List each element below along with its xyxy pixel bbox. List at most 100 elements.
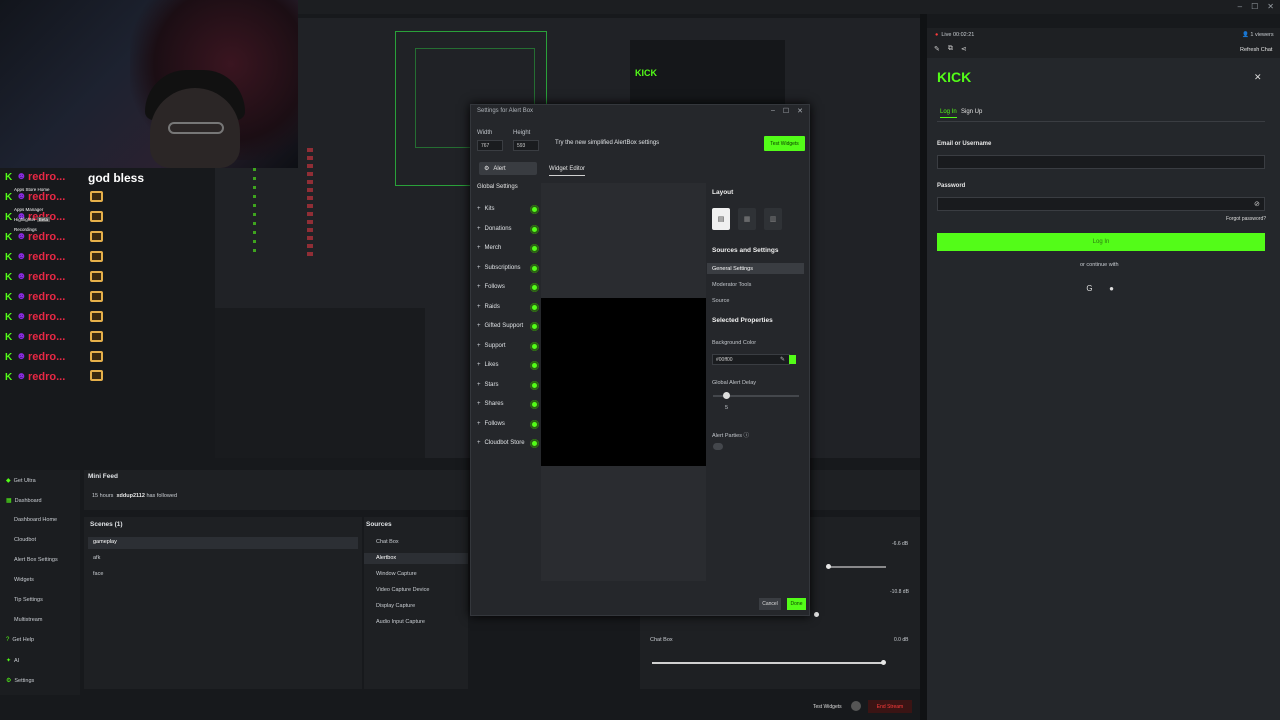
cancel-button[interactable]: Cancel [759,598,781,610]
tab-login[interactable]: Log In [940,109,957,118]
source-item[interactable]: Audio Input Capture [376,619,425,625]
alert-parties-toggle[interactable] [713,443,723,450]
pencil-icon[interactable]: ✎ [780,356,785,363]
source-item[interactable]: Window Capture [376,571,417,577]
live-indicator: ● Live 00:02:21 [935,32,975,38]
alert-type-row[interactable]: + Stars [477,379,539,391]
source-item[interactable]: Source [712,298,729,304]
try-new-link[interactable]: Try the new simplified AlertBox settings [555,140,659,146]
enable-toggle[interactable] [530,361,539,370]
alert-type-row[interactable]: + Follows [477,281,539,293]
sidebar-item-widgets[interactable]: Widgets [14,577,34,583]
share-icon[interactable]: ⋖ [961,45,967,53]
alert-type-row[interactable]: + Subscriptions [477,262,539,274]
minimize-button[interactable]: – [771,107,775,115]
volume-slider[interactable] [881,660,886,665]
enable-toggle[interactable] [530,420,539,429]
email-field[interactable] [937,155,1265,169]
scene-item[interactable]: gameplay [93,539,117,545]
scene-item[interactable]: face [93,571,103,577]
show-password-icon[interactable]: ⊘ [1254,200,1260,208]
sidebar-item-dashboard[interactable]: ▦ Dashboard [6,497,42,505]
enable-toggle[interactable] [530,381,539,390]
height-input[interactable]: 593 [513,140,539,151]
enable-toggle[interactable] [530,303,539,312]
alert-type-row[interactable]: + Support [477,340,539,352]
alert-type-row[interactable]: + Merch [477,242,539,254]
enable-toggle[interactable] [530,342,539,351]
source-item[interactable]: Alertbox [376,555,396,561]
volume-slider[interactable] [814,612,819,617]
popout-icon[interactable]: ⧉ [948,45,953,53]
enable-toggle[interactable] [530,283,539,292]
forgot-password-link[interactable]: Forgot password? [1226,216,1266,222]
delay-slider[interactable] [723,392,730,399]
alert-type-row[interactable]: + Cloudbot Store [477,437,539,449]
pencil-icon[interactable]: ✎ [934,45,940,53]
enable-toggle[interactable] [530,400,539,409]
alert-type-row[interactable]: + Raids [477,301,539,313]
password-field[interactable] [937,197,1265,211]
enable-toggle[interactable] [530,205,539,214]
login-button[interactable]: Log In [937,233,1265,251]
widget-editor-tab[interactable]: Widget Editor [549,166,586,176]
enable-toggle[interactable] [530,264,539,273]
close-button[interactable]: ✕ [797,107,803,115]
alert-type-row[interactable]: + Follows [477,418,539,430]
sidebar-item-get-help[interactable]: ? Get Help [6,637,34,643]
menu-item[interactable]: Highlighter Beta [14,215,51,225]
enable-toggle[interactable] [530,322,539,331]
alert-type-row[interactable]: + Gifted Support [477,320,539,332]
scene-item[interactable]: afk [93,555,100,561]
menu-item[interactable]: Apps Store Home [14,185,50,195]
google-icon[interactable]: G [1085,284,1094,293]
mini-feed-title: Mini Feed [88,473,118,480]
source-item[interactable]: Video Capture Device [376,587,429,593]
panel-divider[interactable] [920,14,927,720]
close-icon[interactable]: ✕ [1254,72,1262,83]
test-widgets-button[interactable]: Test Widgets [764,136,805,151]
source-item[interactable]: Display Capture [376,603,415,609]
layout-side-icon[interactable]: ▥ [764,208,782,230]
alert-type-row[interactable]: + Likes [477,359,539,371]
close-button[interactable]: ✕ [1267,2,1274,11]
alert-type-row[interactable]: + Kits [477,203,539,215]
enable-toggle[interactable] [530,225,539,234]
width-input[interactable]: 767 [477,140,503,151]
done-button[interactable]: Done [787,598,806,610]
kick-logo: KICK [937,69,972,85]
enable-toggle[interactable] [530,244,539,253]
sidebar-item-dashboard-home[interactable]: Dashboard Home [14,517,57,523]
layout-banner-icon[interactable]: ▦ [738,208,756,230]
tab-signup[interactable]: Sign Up [961,109,982,115]
alert-type-row[interactable]: + Donations [477,223,539,235]
sidebar-item-alert-box-settings[interactable]: Alert Box Settings [14,557,58,563]
menu-item[interactable]: Apps Manager [14,205,50,215]
record-icon[interactable] [851,701,861,711]
sidebar-item-tip-settings[interactable]: Tip Settings [14,597,43,603]
general-settings-item[interactable]: General Settings [712,266,753,272]
layout-above-icon[interactable]: ▤ [712,208,730,230]
maximize-button[interactable]: ☐ [1251,2,1258,11]
minimize-button[interactable]: – [1238,2,1242,11]
alert-tab[interactable]: ⚙ Alert [479,162,537,175]
menu-item[interactable]: Recordings [14,225,50,235]
test-widgets-link[interactable]: Test Widgets [813,704,842,710]
refresh-chat-button[interactable]: Refresh Chat [1240,47,1272,53]
sidebar-item-cloudbot[interactable]: Cloudbot [14,537,36,543]
sidebar-item-settings[interactable]: ⚙ Settings [6,677,34,685]
end-stream-button[interactable]: End Stream [868,700,912,713]
color-swatch[interactable] [789,355,796,364]
moderator-tools-item[interactable]: Moderator Tools [712,282,751,288]
background-color-input[interactable]: #00ff00 [712,354,790,365]
sidebar-item-multistream[interactable]: Multistream [14,617,42,623]
maximize-button[interactable]: ☐ [783,107,789,115]
volume-slider[interactable] [826,564,831,569]
sidebar-item-ai[interactable]: ✦ AI [6,657,19,665]
enable-toggle[interactable] [530,439,539,448]
apple-icon[interactable]: ● [1107,284,1116,293]
sidebar-item-get-ultra[interactable]: ◆ Get Ultra [6,477,36,485]
alert-type-row[interactable]: + Shares [477,398,539,410]
source-item[interactable]: Chat Box [376,539,399,545]
global-settings-link[interactable]: Global Settings [477,184,518,190]
